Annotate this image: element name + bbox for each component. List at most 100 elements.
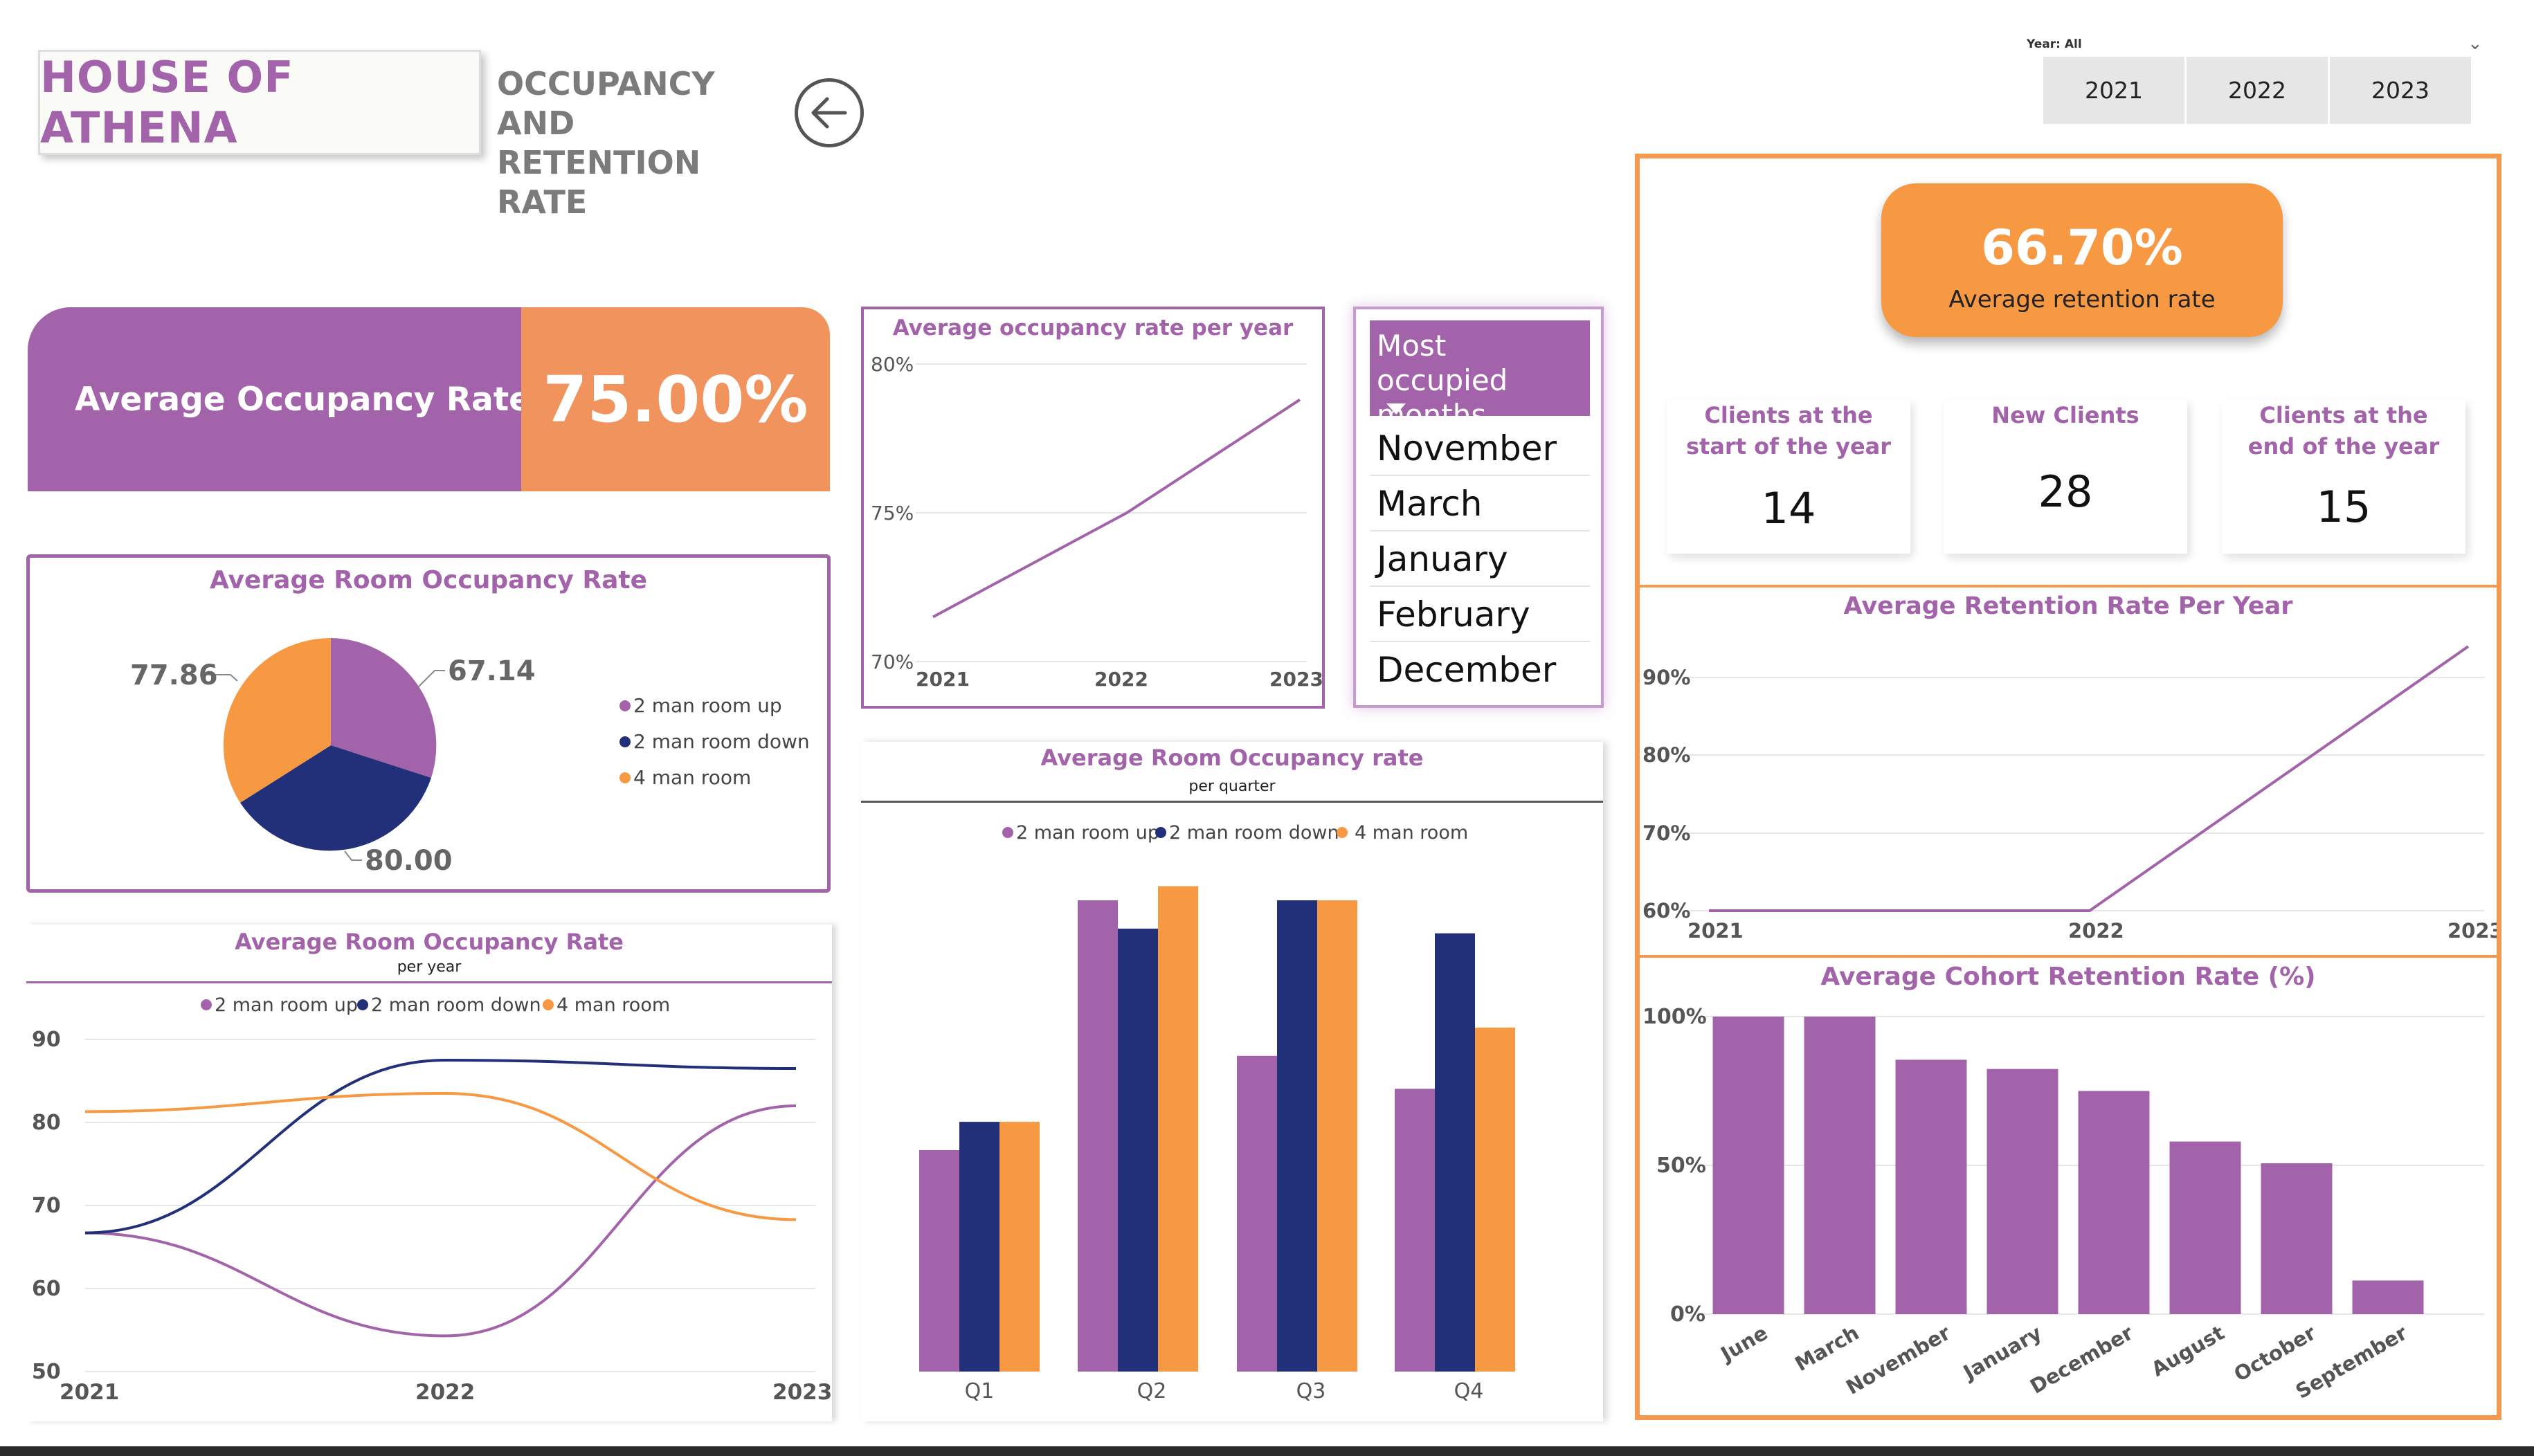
sort-desc-icon <box>1386 403 1406 415</box>
legend-dot <box>619 700 631 711</box>
x-tick: Q2 <box>1137 1379 1167 1403</box>
y-tick: 80% <box>1642 743 1690 767</box>
new-clients-label: New Clients <box>1991 402 2139 428</box>
month-row[interactable]: December <box>1370 643 1590 698</box>
y-tick: 70 <box>32 1194 61 1218</box>
bar-Q3-0[interactable] <box>1237 1055 1277 1372</box>
occupancy-line[interactable] <box>932 398 1301 619</box>
months-table-header[interactable]: Most occupied months <box>1370 320 1590 432</box>
brand-name: HOUSE OF ATHENA <box>40 52 294 153</box>
cohort-bar-october[interactable] <box>2261 1163 2333 1314</box>
occupancy-kpi-label-card: Average Occupancy Rate <box>28 307 552 491</box>
bar-Q2-2[interactable] <box>1158 886 1198 1372</box>
page-title-line1: OCCUPANCY AND <box>497 65 715 142</box>
x-tick: 2021 <box>916 668 970 691</box>
year-option-2023[interactable]: 2023 <box>2330 57 2471 124</box>
series-line-0[interactable] <box>84 1104 797 1338</box>
cohort-bar-september[interactable] <box>2352 1280 2424 1314</box>
bar-Q2-1[interactable] <box>1118 928 1158 1372</box>
legend-item-4-man-room: 4 man room <box>633 766 751 789</box>
cohort-bar-november[interactable] <box>1895 1059 1967 1314</box>
legend-dot <box>619 736 631 747</box>
cohort-bar-january[interactable] <box>1987 1068 2058 1314</box>
room-year-card: Average Room Occupancy Rate per year 2 m… <box>26 925 832 1421</box>
x-tick: Q4 <box>1454 1379 1484 1403</box>
y-tick: 50 <box>32 1360 61 1384</box>
brand-logo: HOUSE OF ATHENA <box>38 50 481 155</box>
y-tick: 0% <box>1670 1302 1705 1327</box>
y-tick: 90 <box>32 1028 61 1052</box>
y-tick: 60 <box>32 1277 61 1301</box>
legend-item: 2 man room up <box>215 994 358 1016</box>
cohort-chart: 100% 50% 0% June MarchNovember JanuaryDece… <box>1642 1005 2484 1403</box>
legend-item: 4 man room <box>556 994 670 1016</box>
x-tick: March <box>1791 1321 1863 1376</box>
retention-year-chart: 90% 80% 70% 60% 2021 2022 2023 <box>1642 645 2497 943</box>
legend-item: 2 man room down <box>371 994 541 1016</box>
series-line-2[interactable] <box>84 1091 797 1221</box>
bar-Q1-0[interactable] <box>919 1150 959 1372</box>
legend-item: 2 man room down <box>1169 822 1339 844</box>
bar-Q3-2[interactable] <box>1317 900 1357 1372</box>
occupancy-year-card: Average occupancy rate per year 80% 75% … <box>861 307 1325 709</box>
room-year-chart: 2 man room up 2 man room down 4 man room… <box>32 994 832 1405</box>
y-tick: 60% <box>1642 899 1690 922</box>
clients-end-card: Clients at the end of the year 15 <box>2222 400 2465 554</box>
pie-label-down: 80.00 <box>365 845 453 877</box>
legend-dot <box>201 999 212 1010</box>
occupancy-kpi-value-card: 75.00% <box>521 307 830 491</box>
page-title-line2: RETENTION RATE <box>497 144 701 221</box>
occupancy-kpi-label: Average Occupancy Rate <box>75 380 532 419</box>
y-tick: 80% <box>871 353 914 376</box>
legend-dot <box>1155 827 1166 838</box>
pie-leader-line <box>418 670 445 687</box>
cohort-bar-august[interactable] <box>2169 1141 2241 1314</box>
x-tick: Q3 <box>1296 1379 1326 1403</box>
back-button[interactable] <box>795 78 864 147</box>
pie-leader-line <box>344 850 362 861</box>
month-row[interactable]: January <box>1370 532 1590 587</box>
months-table-header-label: Most occupied months <box>1377 329 1508 432</box>
x-tick: Q1 <box>965 1379 995 1403</box>
y-tick: 100% <box>1642 1005 1707 1029</box>
x-tick: 2023 <box>1269 668 1322 691</box>
y-tick: 80 <box>32 1111 61 1135</box>
retention-line[interactable] <box>1709 645 2470 912</box>
clients-start-label: Clients at the start of the year <box>1685 402 1892 459</box>
room-pie-chart: 67.14 77.86 80.00 2 man room up 2 man ro… <box>130 638 810 877</box>
legend-item: 4 man room <box>1355 822 1468 844</box>
chevron-down-icon[interactable]: ⌄ <box>2468 33 2483 54</box>
month-row[interactable]: November <box>1370 421 1590 476</box>
x-tick: 2021 <box>1687 919 1744 943</box>
retention-kpi-value: 66.70% <box>1981 219 2183 276</box>
year-option-2022[interactable]: 2022 <box>2187 57 2328 124</box>
pie-label-up: 67.14 <box>448 655 536 687</box>
bar-Q3-1[interactable] <box>1277 900 1317 1372</box>
retention-kpi-label: Average retention rate <box>1948 286 2216 313</box>
cohort-bar-march[interactable] <box>1804 1017 1876 1314</box>
pie-label-4man: 77.86 <box>130 659 218 691</box>
x-tick: 2023 <box>2447 919 2497 943</box>
bar-Q4-2[interactable] <box>1475 1027 1515 1372</box>
legend-dot <box>619 772 631 783</box>
occupancy-year-chart: 80% 75% 70% 2021 2022 2023 <box>871 353 1322 691</box>
legend-item-2-man-room-down: 2 man room down <box>633 730 810 753</box>
retention-year-card: Average Retention Rate Per Year 90% 80% … <box>1640 590 2497 955</box>
cohort-bar-june[interactable] <box>1712 1017 1784 1314</box>
bar-Q2-0[interactable] <box>1078 900 1118 1372</box>
panel-divider <box>1640 955 2497 958</box>
month-row[interactable]: March <box>1370 477 1590 531</box>
x-tick: 2022 <box>2068 919 2124 943</box>
cohort-bar-december[interactable] <box>2078 1091 2150 1315</box>
room-quarter-chart: 2 man room up 2 man room down 4 man room… <box>919 822 1515 1403</box>
bar-Q4-1[interactable] <box>1435 933 1475 1372</box>
new-clients-card: New Clients 28 <box>1944 400 2187 554</box>
bar-Q4-0[interactable] <box>1395 1089 1435 1372</box>
legend-item: 2 man room up <box>1016 822 1159 844</box>
occupancy-kpi-value: 75.00% <box>543 362 808 437</box>
panel-divider <box>1640 585 2497 588</box>
bar-Q1-1[interactable] <box>959 1122 999 1372</box>
month-row[interactable]: February <box>1370 588 1590 642</box>
year-option-2021[interactable]: 2021 <box>2043 57 2184 124</box>
bar-Q1-2[interactable] <box>999 1122 1040 1372</box>
